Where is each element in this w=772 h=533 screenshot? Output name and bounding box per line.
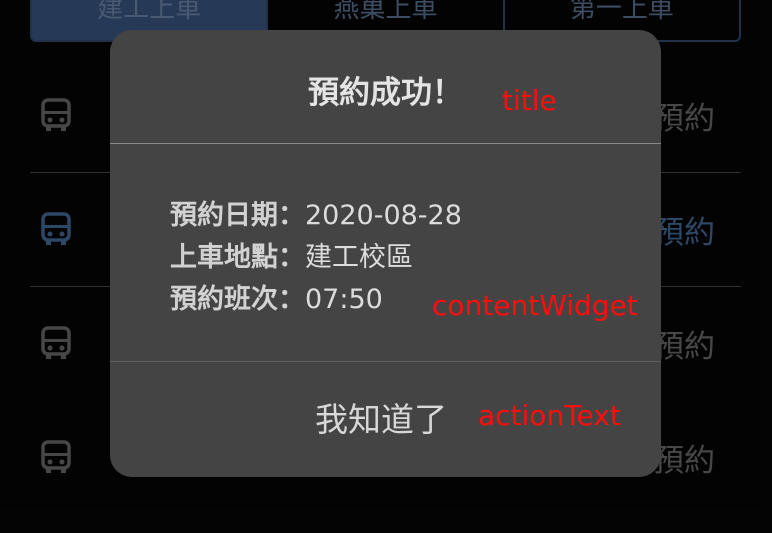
detail-schedule-label: 預約班次： bbox=[170, 284, 305, 315]
detail-schedule: 預約班次：07:50 bbox=[170, 279, 462, 321]
dialog-title: 預約成功！ bbox=[308, 75, 463, 111]
detail-location: 上車地點：建工校區 bbox=[170, 237, 462, 279]
annotation-title: title bbox=[502, 84, 557, 117]
detail-date: 預約日期：2020-08-28 bbox=[170, 195, 462, 237]
detail-date-value: 2020-08-28 bbox=[305, 200, 462, 231]
dialog-content: 預約日期：2020-08-28 上車地點：建工校區 預約班次：07:50 bbox=[170, 195, 462, 321]
action-divider bbox=[110, 361, 661, 362]
detail-location-label: 上車地點： bbox=[170, 242, 305, 273]
detail-schedule-value: 07:50 bbox=[305, 284, 383, 315]
title-divider bbox=[110, 143, 661, 144]
detail-date-label: 預約日期： bbox=[170, 200, 305, 231]
annotation-action: actionText bbox=[478, 399, 621, 432]
detail-location-value: 建工校區 bbox=[305, 242, 413, 273]
annotation-content: contentWidget bbox=[432, 289, 638, 322]
got-it-button[interactable]: 我知道了 bbox=[315, 403, 447, 436]
app-screen: 建工上車 燕巢上車 第一上車 預約 預約 預約 預約 預約成功！ 預約日期：20… bbox=[0, 0, 772, 533]
